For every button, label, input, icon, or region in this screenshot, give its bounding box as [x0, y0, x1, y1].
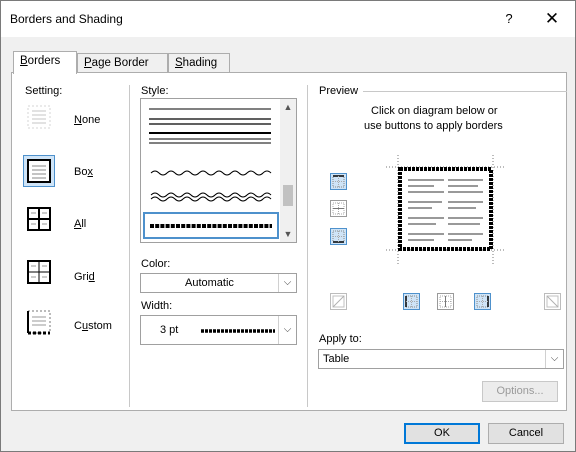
style-heading: Style:	[141, 85, 169, 97]
right-border-button[interactable]	[474, 293, 491, 310]
diagonal-up-icon	[332, 295, 345, 308]
divider-setting-style	[129, 85, 130, 407]
apply-to-value: Table	[323, 353, 350, 365]
scroll-down-button[interactable]: ▼	[280, 226, 296, 242]
setting-all-icon	[27, 207, 51, 231]
close-button[interactable]: ✕	[541, 8, 563, 30]
style-list-items	[143, 108, 279, 239]
help-button[interactable]: ?	[498, 8, 520, 30]
bottom-border-button[interactable]	[330, 228, 347, 245]
inside-vertical-border-icon	[439, 295, 452, 308]
tab-borders-mnemonic: B	[20, 55, 28, 67]
diagonal-up-border-button[interactable]	[544, 293, 561, 310]
setting-custom-icon	[27, 310, 51, 335]
inside-horizontal-border-button[interactable]	[330, 200, 347, 217]
color-value: Automatic	[185, 277, 234, 289]
setting-none-option[interactable]	[27, 105, 51, 129]
dialog-title: Borders and Shading	[10, 12, 123, 26]
setting-custom-label[interactable]: Custom	[74, 320, 112, 332]
width-heading: Width:	[141, 300, 173, 312]
left-border-icon	[405, 295, 418, 308]
left-border-button[interactable]	[403, 293, 420, 310]
style-scrollbar[interactable]: ▲ ▼	[280, 99, 296, 242]
setting-heading: Setting:	[25, 85, 63, 97]
width-line-preview	[201, 329, 275, 333]
chevron-down-icon[interactable]: ⌵	[278, 274, 296, 292]
preview-hint-1: Click on diagram below or	[371, 105, 498, 117]
style-list[interactable]: ▲ ▼	[140, 98, 297, 243]
tab-borders-label: orders	[27, 55, 61, 67]
top-border-button[interactable]	[330, 173, 347, 190]
cancel-button[interactable]: Cancel	[488, 423, 564, 444]
top-border-icon	[332, 175, 345, 188]
setting-none-label[interactable]: None	[74, 114, 100, 126]
inside-horizontal-border-icon	[332, 202, 345, 215]
setting-box-label[interactable]: Box	[74, 166, 93, 178]
bottom-border-icon	[332, 230, 345, 243]
width-value: 3 pt	[160, 324, 179, 336]
borders-and-shading-dialog: Borders and Shading ? ✕ Borders Page Bor…	[0, 0, 576, 452]
setting-custom-option[interactable]	[25, 308, 53, 338]
preview-hint-2: use buttons to apply borders	[364, 120, 503, 132]
right-border-icon	[476, 295, 489, 308]
scroll-up-button[interactable]: ▲	[280, 99, 296, 115]
preview-heading: Preview	[319, 85, 359, 97]
diagonal-down-border-button[interactable]	[330, 293, 347, 310]
tab-shading-label: hading	[182, 57, 218, 69]
color-heading: Color:	[141, 258, 171, 270]
chevron-down-icon[interactable]: ⌵	[278, 316, 296, 344]
setting-box-option[interactable]	[23, 155, 55, 187]
setting-none-icon	[27, 105, 51, 129]
setting-grid-label[interactable]: Grid	[74, 271, 95, 283]
divider-style-preview	[307, 85, 308, 407]
tab-borders[interactable]: Borders	[13, 51, 77, 74]
setting-all-option[interactable]	[27, 207, 51, 231]
setting-all-label[interactable]: All	[74, 218, 86, 230]
width-dropdown[interactable]: 3 pt ⌵	[140, 315, 297, 345]
setting-box-icon	[27, 159, 51, 183]
options-button[interactable]: Options...	[482, 381, 558, 402]
tab-shading[interactable]: Shading	[168, 53, 230, 73]
style-double-wave-b	[150, 196, 272, 202]
setting-grid-icon	[27, 260, 51, 284]
preview-heading-rule	[363, 91, 567, 92]
tab-page-border[interactable]: Page Border	[77, 53, 168, 73]
ok-button[interactable]: OK	[404, 423, 480, 444]
color-dropdown[interactable]: Automatic ⌵	[140, 273, 297, 293]
chevron-down-icon[interactable]: ⌵	[545, 350, 563, 368]
setting-grid-option[interactable]	[27, 260, 51, 284]
apply-to-dropdown[interactable]: Table ⌵	[318, 349, 564, 369]
tab-page-border-label: age Border	[91, 57, 149, 69]
diagonal-down-icon	[546, 295, 559, 308]
inside-vertical-border-button[interactable]	[437, 293, 454, 310]
scroll-thumb[interactable]	[283, 185, 293, 206]
style-double-wave-a	[150, 192, 272, 198]
apply-to-heading: Apply to:	[319, 333, 362, 345]
preview-diagram[interactable]	[386, 155, 506, 265]
tab-page-border-mnemonic: P	[84, 57, 92, 69]
style-wave	[150, 170, 272, 176]
title-bar: Borders and Shading ? ✕	[1, 1, 575, 37]
tab-shading-mnemonic: S	[175, 57, 183, 69]
